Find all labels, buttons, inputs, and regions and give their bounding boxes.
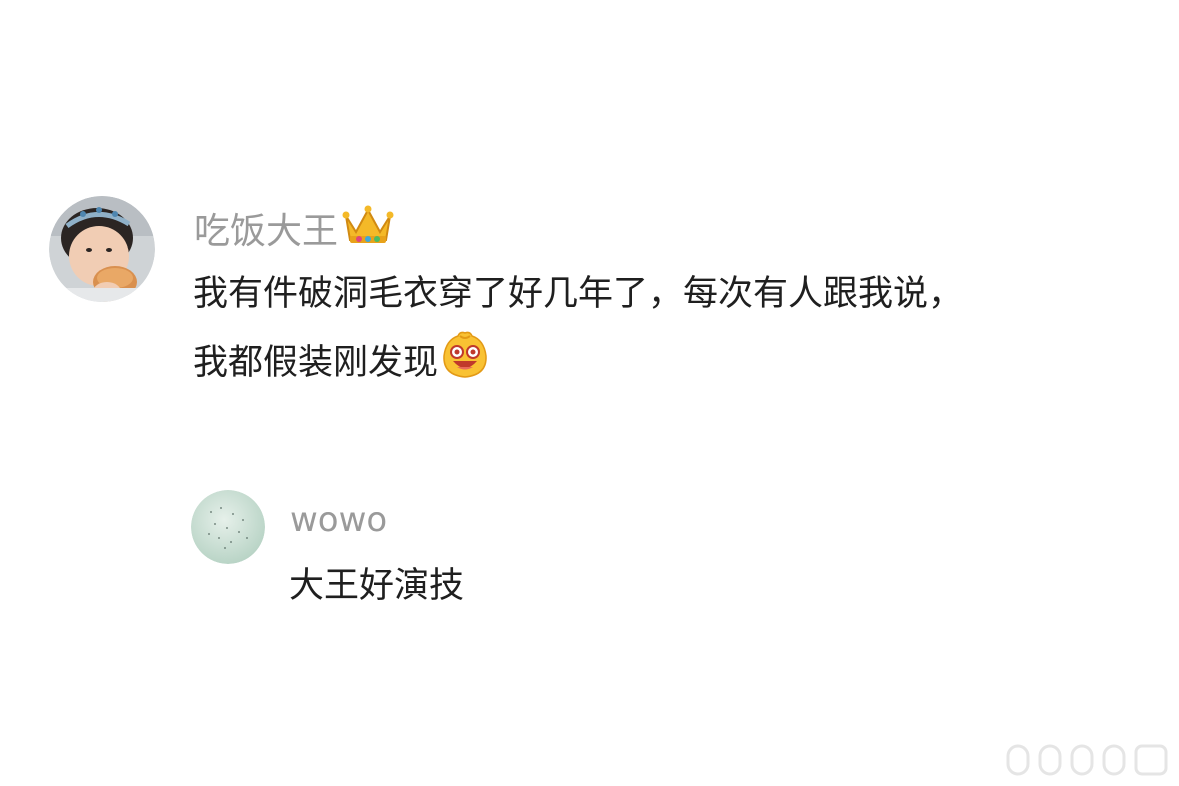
surprised-face-emoji-icon [440, 330, 490, 395]
comment-text-line-1: 我有件破洞毛衣穿了好几年了，每次有人跟我说， [193, 274, 964, 314]
comment-text-line-2-text: 我都假装刚发现 [193, 342, 439, 383]
avatar-image [191, 490, 265, 564]
username[interactable]: wowo [290, 497, 387, 543]
comment-text-line-2: 我都假装刚发现 [193, 330, 490, 395]
username-text: wowo [290, 500, 388, 540]
crown-icon [342, 202, 394, 255]
username[interactable]: 吃饭大王 [194, 203, 394, 253]
avatar[interactable] [49, 196, 155, 302]
avatar[interactable] [191, 490, 265, 564]
watermark-logo [1004, 740, 1174, 780]
avatar-image [49, 196, 155, 302]
username-text: 吃饭大王 [194, 211, 339, 252]
reply-text: 大王好演技 [289, 566, 465, 606]
